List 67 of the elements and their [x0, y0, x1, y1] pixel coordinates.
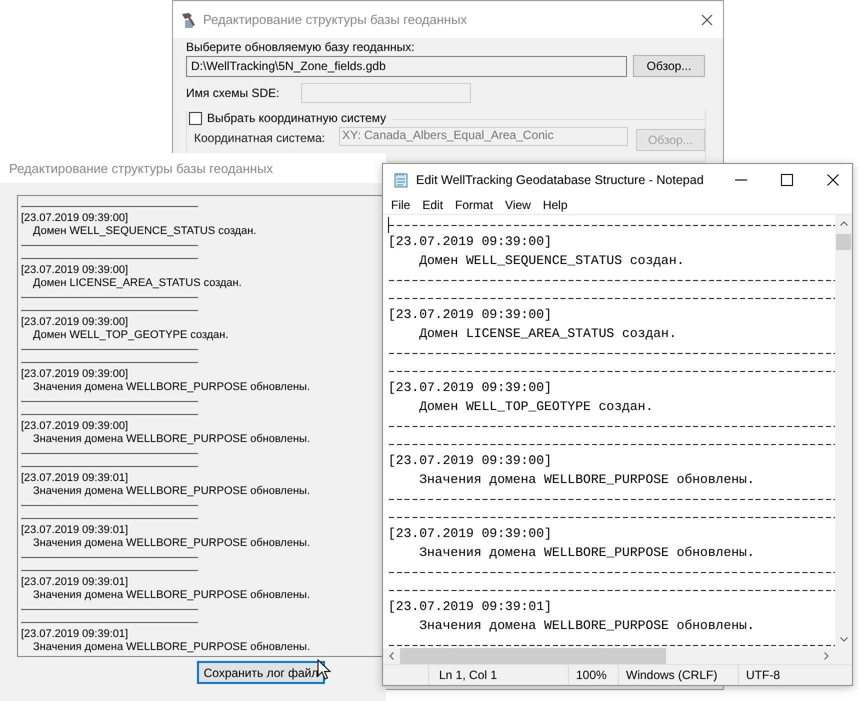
log-timestamp: [23.07.2019 09:39:01] [21, 524, 128, 537]
horizontal-scrollbar[interactable] [383, 648, 852, 664]
log-message: Домен WELL_SEQUENCE_STATUS создан. [32, 225, 256, 238]
log-timestamp: [23.07.2019 09:39:00] [21, 264, 128, 277]
log-timestamp: [23.07.2019 09:39:00] [21, 212, 128, 225]
scrollbar-thumb[interactable] [836, 234, 851, 250]
log-timestamp: [23.07.2019 09:39:01] [21, 576, 128, 589]
notepad-icon [393, 172, 409, 188]
checkbox-label: Выбрать координатную систему [207, 111, 386, 125]
log-message: Домен WELL_TOP_GEOTYPE создан. [418, 398, 654, 416]
log-message: Домен LICENSE_AREA_STATUS создан. [418, 324, 677, 343]
field-label: Координатная система: [194, 131, 326, 145]
log-timestamp: [23.07.2019 09:39:00] [21, 368, 128, 381]
close-icon[interactable] [701, 14, 713, 26]
line-ending: Windows (CRLF) [618, 665, 738, 685]
scroll-down-icon[interactable] [840, 637, 848, 642]
log-timestamp: [23.07.2019 09:39:01] [21, 628, 128, 641]
browse-button[interactable]: Обзор... [633, 54, 705, 76]
window-title: Edit WellTracking Geodatabase Structure - Notepad [416, 173, 704, 187]
path-field[interactable]: D:\WellTracking\5N_Zone_fields.gdb [186, 56, 627, 77]
log-message: Домен LICENSE_AREA_STATUS создан. [32, 277, 242, 290]
log-timestamp: [23.07.2019 09:39:00] [388, 233, 552, 252]
log-message: Значения домена WELLBORE_PURPOSE обновлены. [32, 537, 310, 550]
log-timestamp: [23.07.2019 09:39:01] [21, 472, 128, 485]
log-message: Домен WELL_SEQUENCE_STATUS создан. [418, 252, 684, 270]
log-message: Значения домена WELLBORE_PURPOSE обновлены. [32, 641, 310, 654]
log-timestamp: [23.07.2019 09:39:01] [388, 598, 552, 616]
log-message: Значения домена WELLBORE_PURPOSE обновлены. [32, 381, 310, 394]
log-message: Домен WELL_TOP_GEOTYPE создан. [32, 329, 228, 342]
coordinate-system-field: XY: Canada_Albers_Equal_Area_Conic [339, 127, 628, 146]
menu-item[interactable]: Help [536, 198, 574, 212]
sde-field[interactable] [301, 83, 472, 103]
scrollbar-thumb[interactable] [400, 648, 666, 664]
window-title: Редактирование структуры базы геоданных [203, 12, 467, 27]
scroll-left-icon[interactable] [389, 652, 394, 660]
zoom-level: 100% [568, 665, 618, 685]
log-message: Значения домена WELLBORE_PURPOSE обновлены. [418, 544, 755, 562]
log-timestamp: [23.07.2019 09:39:00] [21, 316, 128, 329]
encoding: UTF-8 [738, 665, 852, 685]
scroll-up-icon[interactable] [840, 221, 848, 226]
menu-item[interactable]: Format [449, 198, 500, 212]
log-timestamp: [23.07.2019 09:39:00] [388, 379, 552, 398]
maximize-icon[interactable] [781, 174, 793, 186]
text-caret [388, 217, 389, 234]
vertical-scrollbar[interactable] [835, 215, 852, 648]
checkbox[interactable] [189, 112, 202, 124]
log-message: Значения домена WELLBORE_PURPOSE обновлены. [32, 485, 310, 498]
log-timestamp: [23.07.2019 09:39:00] [388, 306, 552, 324]
close-icon[interactable] [827, 174, 839, 186]
mouse-pointer-icon [317, 659, 331, 681]
log-timestamp: [23.07.2019 09:39:00] [21, 420, 128, 433]
log-timestamp: [23.07.2019 09:39:00] [388, 452, 552, 470]
log-message: Значения домена WELLBORE_PURPOSE обновлены. [418, 616, 755, 635]
field-label: Выберите обновляемую базу геоданных: [186, 40, 416, 54]
save-log-button[interactable]: Сохранить лог файл [197, 661, 325, 684]
menu-item[interactable]: Edit [416, 198, 450, 212]
log-message: Значения домена WELLBORE_PURPOSE обновлены. [32, 589, 310, 602]
window-title: Редактирование структуры базы геоданных [9, 160, 273, 176]
hammer-icon [179, 10, 197, 28]
menu-item[interactable]: View [499, 198, 537, 212]
log-message: Значения домена WELLBORE_PURPOSE обновлены. [418, 470, 755, 489]
field-label: Имя схемы SDE: [186, 86, 280, 100]
cursor-position: Ln 1, Col 1 [428, 665, 568, 685]
scroll-right-icon[interactable] [824, 652, 829, 660]
log-timestamp: [23.07.2019 09:39:00] [388, 525, 552, 544]
log-message: Значения домена WELLBORE_PURPOSE обновлены. [32, 433, 310, 446]
menu-item[interactable]: File [385, 198, 416, 212]
